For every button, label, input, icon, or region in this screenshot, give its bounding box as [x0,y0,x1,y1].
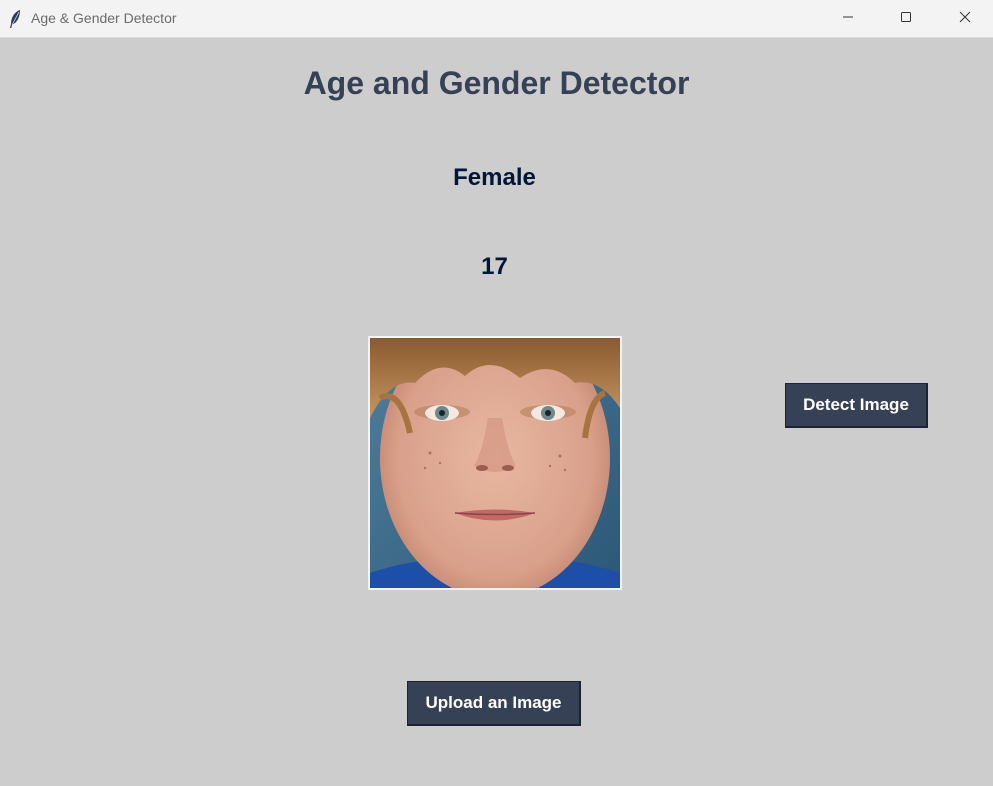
face-photo-illustration [370,338,620,588]
minimize-icon [842,10,854,28]
window-title: Age & Gender Detector [31,10,177,26]
page-title: Age and Gender Detector [303,65,690,101]
detect-image-button[interactable]: Detect Image [785,383,928,428]
title-bar[interactable]: Age & Gender Detector [0,0,993,38]
close-button[interactable] [942,0,988,37]
maximize-button[interactable] [883,0,929,37]
uploaded-photo [368,336,622,590]
minimize-button[interactable] [825,0,871,37]
close-icon [959,10,971,28]
gender-result: Female [453,164,536,191]
age-result: 17 [481,253,508,280]
feather-icon [8,9,22,29]
app-window: Age & Gender Detector Age and Gender Det… [0,0,993,786]
upload-image-button[interactable]: Upload an Image [407,681,581,726]
main-area: Age and Gender Detector Female 17 Detect… [0,38,993,786]
maximize-icon [900,10,912,28]
